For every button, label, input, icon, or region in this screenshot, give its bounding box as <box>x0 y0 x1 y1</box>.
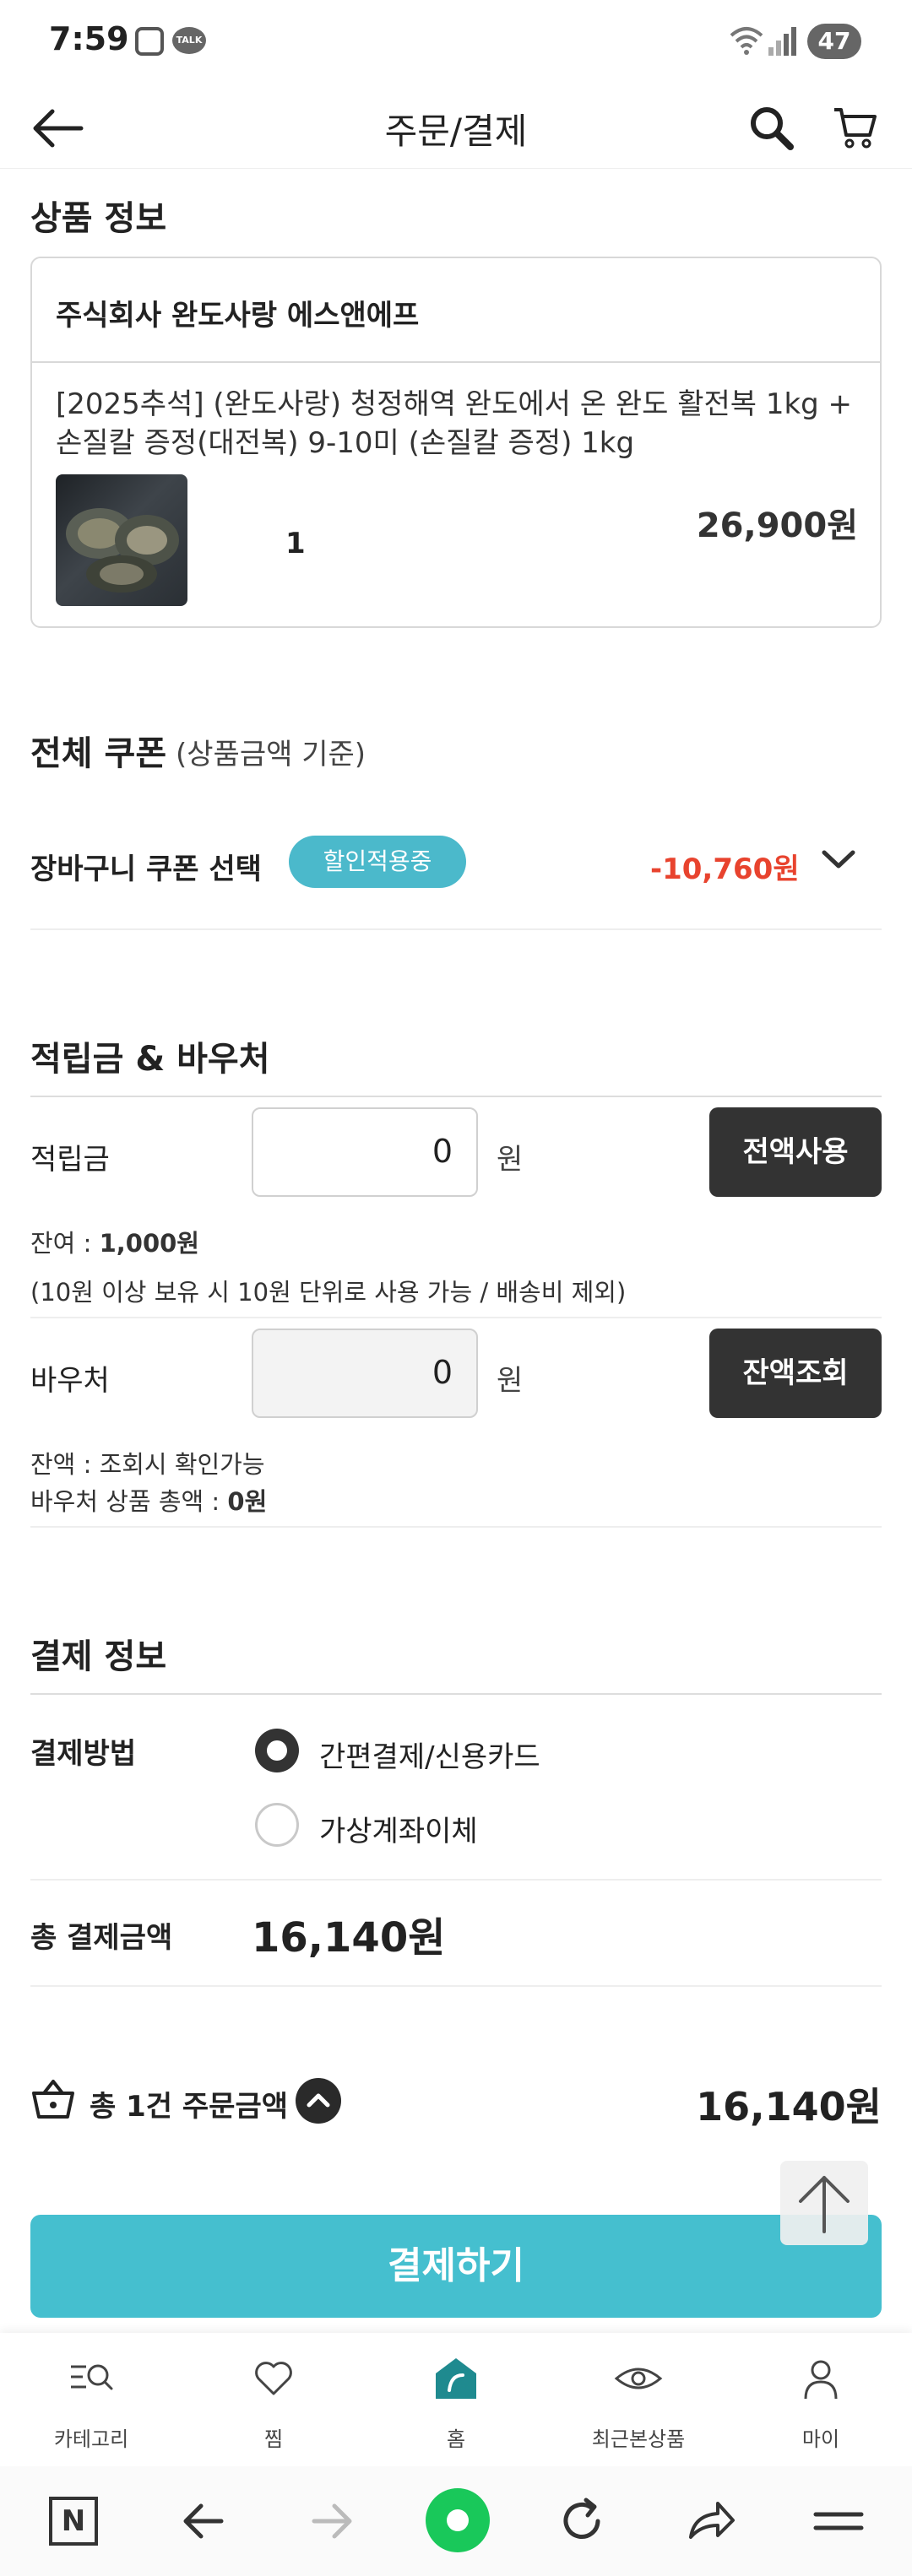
cart-coupon-label: 장바구니 쿠폰 선택 <box>30 852 262 886</box>
header: 주문/결제 <box>0 84 912 169</box>
pay-button[interactable]: 결제하기 <box>30 2215 882 2318</box>
arrow-up-icon <box>799 2176 850 2233</box>
payment-section-title: 결제 정보 <box>30 1637 167 1676</box>
order-total-value: 16,140원 <box>696 2084 882 2130</box>
eye-icon <box>614 2368 663 2389</box>
divider <box>30 1879 882 1881</box>
nav-label: 최근본상품 <box>591 2427 686 2451</box>
product-name: [2025추석] (완도사랑) 청정해역 완도에서 온 완도 활전복 1kg +… <box>56 387 853 460</box>
voucher-total: 바우처 상품 총액 : 0원 <box>30 1482 267 1518</box>
share-icon[interactable] <box>681 2492 740 2551</box>
heart-icon <box>255 2362 292 2395</box>
points-label: 적립금 <box>30 1143 110 1177</box>
points-note: (10원 이상 보유 시 10원 단위로 사용 가능 / 배송비 제외) <box>30 1278 627 1307</box>
talk-icon: TALK <box>172 27 206 54</box>
voucher-total-value: 0원 <box>227 1487 268 1516</box>
points-balance-value: 1,000원 <box>99 1229 199 1258</box>
coupon-section-subtitle: (상품금액 기준) <box>176 738 366 771</box>
check-balance-button[interactable]: 잔액조회 <box>709 1329 882 1418</box>
voucher-total-prefix: 바우처 상품 총액 : <box>30 1487 228 1516</box>
basket-icon <box>32 2080 74 2119</box>
cart-icon[interactable] <box>833 105 878 152</box>
points-balance-prefix: 잔여 : <box>30 1229 100 1258</box>
refresh-icon[interactable] <box>552 2492 611 2551</box>
nav-item-my[interactable]: 마이 <box>730 2333 912 2466</box>
person-icon <box>804 2360 838 2400</box>
back-icon[interactable] <box>174 2492 233 2551</box>
seller-name: 주식회사 완도사랑 에스앤에프 <box>56 299 420 333</box>
nav-label: 마이 <box>801 2427 840 2451</box>
voucher-input[interactable]: 0 <box>252 1329 478 1418</box>
menu-icon[interactable] <box>809 2492 868 2551</box>
wifi-icon <box>730 27 763 55</box>
coupon-discount: -10,760원 <box>650 852 800 886</box>
battery-indicator: 47 <box>807 24 861 59</box>
product-card: 주식회사 완도사랑 에스앤에프 [2025추석] (완도사랑) 청정해역 완도에… <box>30 257 882 628</box>
radio-unselected-icon[interactable] <box>255 1803 299 1847</box>
nav-label: 찜 <box>263 2427 284 2451</box>
points-balance: 잔여 : 1,000원 <box>30 1224 199 1259</box>
forward-icon[interactable] <box>302 2492 361 2551</box>
product-info-title: 상품 정보 <box>30 199 167 238</box>
nav-item-wishlist[interactable]: 찜 <box>182 2333 365 2466</box>
voucher-unit: 원 <box>497 1364 524 1398</box>
divider <box>30 1526 882 1528</box>
voucher-label: 바우처 <box>30 1364 110 1398</box>
divider <box>30 1096 882 1097</box>
category-search-icon <box>71 2364 113 2390</box>
payment-option-label: 가상계좌이체 <box>319 1815 478 1848</box>
total-payment-label: 총 결제금액 <box>30 1921 173 1955</box>
chevron-down-icon[interactable] <box>821 847 856 873</box>
divider <box>30 1317 882 1318</box>
expand-summary-button[interactable] <box>296 2078 341 2124</box>
nav-label: 카테고리 <box>53 2427 129 2451</box>
naver-n-button[interactable]: N <box>49 2497 98 2546</box>
payment-option-label: 간편결제/신용카드 <box>319 1740 540 1774</box>
status-bar: 7:59 TALK 47 <box>0 0 912 84</box>
payment-option-card[interactable]: 간편결제/신용카드 <box>255 1727 762 1778</box>
signal-icon <box>768 27 796 56</box>
nav-item-recent[interactable]: 최근본상품 <box>547 2333 730 2466</box>
payment-option-virtual-account[interactable]: 가상계좌이체 <box>255 1801 762 1852</box>
abalone-image <box>66 508 179 593</box>
product-quantity: 1 <box>285 527 306 560</box>
points-input[interactable]: 0 <box>252 1107 478 1197</box>
product-thumbnail <box>56 474 187 606</box>
browser-toolbar: N <box>0 2466 912 2576</box>
voucher-balance-text: 잔액 : 조회시 확인가능 <box>30 1450 265 1479</box>
screenshot-icon <box>135 27 164 56</box>
divider <box>30 928 882 930</box>
discount-applied-badge: 할인적용중 <box>289 836 466 888</box>
nav-item-category[interactable]: 카테고리 <box>0 2333 182 2466</box>
total-payment-value: 16,140원 <box>252 1914 446 1962</box>
use-all-points-button[interactable]: 전액사용 <box>709 1107 882 1197</box>
home-icon <box>436 2358 476 2399</box>
payment-method-label: 결제방법 <box>30 1737 137 1771</box>
scroll-to-top-button[interactable] <box>780 2161 868 2245</box>
divider <box>32 361 880 363</box>
divider <box>30 1985 882 1987</box>
nav-item-home[interactable]: 홈 <box>365 2333 547 2466</box>
divider <box>30 1693 882 1695</box>
points-unit: 원 <box>497 1143 524 1177</box>
product-price: 26,900원 <box>696 506 858 545</box>
coupon-section-title: 전체 쿠폰 <box>30 734 167 773</box>
chevron-up-icon <box>307 2093 330 2108</box>
green-home-button[interactable] <box>424 2487 491 2554</box>
bottom-nav: 카테고리 찜 홈 최근본상품 마이 <box>0 2333 912 2466</box>
nav-label: 홈 <box>446 2427 466 2451</box>
points-section-title: 적립금 & 바우처 <box>30 1040 270 1079</box>
order-count-label: 총 1건 주문금액 <box>90 2090 289 2124</box>
radio-selected-icon[interactable] <box>255 1729 299 1772</box>
search-icon[interactable] <box>748 105 795 152</box>
status-time: 7:59 <box>49 20 129 57</box>
